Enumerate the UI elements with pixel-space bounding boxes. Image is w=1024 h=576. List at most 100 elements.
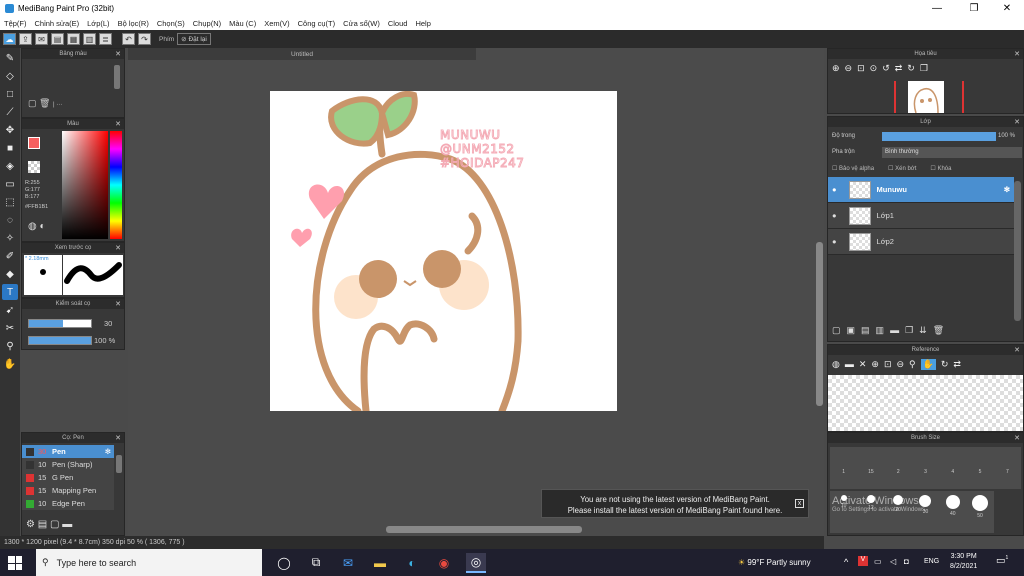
- menu-color[interactable]: Màu (C): [225, 19, 260, 28]
- document-tab[interactable]: Untitled: [128, 48, 476, 60]
- new-layer-icon[interactable]: ▢: [832, 325, 841, 336]
- hand-tool-icon[interactable]: ✋: [2, 356, 18, 372]
- horizontal-scrollbar[interactable]: [386, 526, 582, 533]
- menu-window[interactable]: Cửa sổ(W): [339, 19, 384, 28]
- menu-snap[interactable]: Chụp(N): [189, 19, 225, 28]
- shape-tool-icon[interactable]: □: [2, 86, 18, 102]
- navigator-thumbnail[interactable]: [908, 81, 944, 114]
- brush-size-cell[interactable]: 50: [966, 491, 994, 533]
- brush-size-cell[interactable]: 12: [857, 491, 885, 533]
- layer-munuwu[interactable]: ● Munuwu ✻: [828, 177, 1014, 203]
- update-notice[interactable]: You are not using the latest version of …: [541, 489, 809, 518]
- trash-icon[interactable]: 🗑: [39, 98, 50, 108]
- fullscreen-icon[interactable]: ❐: [920, 63, 928, 74]
- swatch-scrollbar[interactable]: [114, 65, 120, 89]
- zoom-reset-icon[interactable]: ⊙: [870, 63, 878, 74]
- color-mix-icon[interactable]: ◐: [40, 221, 46, 232]
- select-tool-icon[interactable]: ⬚: [2, 194, 18, 210]
- rect-tool-icon[interactable]: ■: [2, 140, 18, 156]
- menu-layer[interactable]: Lớp(L): [83, 19, 113, 28]
- list-icon[interactable]: ≣: [99, 33, 112, 45]
- palette-icon[interactable]: ◍: [28, 221, 37, 232]
- brush-menu-icon[interactable]: ▤: [38, 519, 47, 530]
- task-view-icon[interactable]: ◯: [274, 553, 294, 573]
- select-pen-icon[interactable]: ✐: [2, 248, 18, 264]
- menu-select[interactable]: Chọn(S): [153, 19, 189, 28]
- menu-file[interactable]: Tệp(F): [0, 19, 31, 28]
- visibility-icon[interactable]: ●: [832, 237, 837, 246]
- grid-icon[interactable]: ▦: [67, 33, 80, 45]
- operation-tool-icon[interactable]: ➹: [2, 302, 18, 318]
- flip-icon[interactable]: ⇄: [895, 63, 903, 74]
- eyedropper-icon[interactable]: ⚲: [2, 338, 18, 354]
- edge-icon[interactable]: ◐: [402, 553, 422, 573]
- notification-icon[interactable]: ▭1: [996, 555, 1008, 566]
- widgets-icon[interactable]: ⧉: [306, 553, 326, 573]
- brush-size-cell[interactable]: 10: [830, 491, 858, 533]
- brush-size-cell[interactable]: 5: [966, 447, 994, 489]
- vivaldi-tray-icon[interactable]: V: [858, 556, 868, 566]
- layer-lop2[interactable]: ● Lớp2: [828, 229, 1014, 255]
- lock-checkbox[interactable]: ☐ Khóa: [930, 165, 951, 172]
- zoom-in-icon[interactable]: ⊕: [832, 63, 840, 74]
- menu-filter[interactable]: Bộ lọc(R): [114, 19, 153, 28]
- reference-folder-icon[interactable]: ▬: [845, 359, 854, 370]
- layer-scrollbar[interactable]: [1014, 181, 1021, 321]
- clock[interactable]: 3:30 PM 8/2/2021: [950, 552, 977, 572]
- eraser-tool-icon[interactable]: ◇: [2, 68, 18, 84]
- share-icon[interactable]: ⇪: [19, 33, 32, 45]
- comment-icon[interactable]: ✉: [35, 33, 48, 45]
- panel-close-icon[interactable]: ✕: [1014, 434, 1020, 442]
- new-halftone-layer-icon[interactable]: ▣: [847, 325, 856, 336]
- tray-chevron-icon[interactable]: ^: [844, 557, 848, 567]
- reference-flip-icon[interactable]: ⇄: [953, 359, 961, 370]
- fit-icon[interactable]: ⊡: [857, 63, 865, 74]
- reference-zoom-in-icon[interactable]: ⊕: [871, 359, 879, 370]
- panel-close-icon[interactable]: ✕: [1014, 346, 1020, 354]
- text-tool-icon[interactable]: T: [2, 284, 18, 300]
- delete-layer-icon[interactable]: 🗑: [933, 325, 944, 336]
- panel-close-icon[interactable]: ✕: [1014, 118, 1020, 126]
- chrome-icon[interactable]: ◉: [434, 553, 454, 573]
- layer-opacity-slider[interactable]: [882, 132, 996, 141]
- brush-size-cell[interactable]: 4: [939, 447, 967, 489]
- brush-size-cell[interactable]: 7: [993, 447, 1021, 489]
- protect-alpha-checkbox[interactable]: ☐ Bảo vệ alpha: [832, 165, 874, 172]
- folder-icon[interactable]: ▬: [62, 519, 72, 530]
- reference-zoom-out-icon[interactable]: ⊖: [897, 359, 905, 370]
- brush-size-cell[interactable]: 2: [884, 447, 912, 489]
- visibility-icon[interactable]: ●: [832, 185, 837, 194]
- redo-icon[interactable]: ↷: [138, 33, 151, 45]
- gear-icon[interactable]: ✻: [105, 447, 111, 456]
- brush-opacity-slider[interactable]: [28, 336, 92, 345]
- gradient-tool-icon[interactable]: ▭: [2, 176, 18, 192]
- minimize-button[interactable]: —: [920, 0, 954, 16]
- panel-close-icon[interactable]: ✕: [115, 50, 121, 58]
- language-indicator[interactable]: ENG: [924, 558, 939, 565]
- duplicate-layer-icon[interactable]: ❐: [905, 325, 913, 336]
- reference-open-icon[interactable]: ◍: [832, 359, 840, 370]
- reference-hand-icon[interactable]: ✋: [920, 359, 936, 370]
- volume-icon[interactable]: ◁: [890, 557, 896, 566]
- reference-eyedropper-icon[interactable]: ⚲: [909, 359, 916, 370]
- battery-icon[interactable]: ◘: [904, 557, 909, 566]
- brush-item-edge-pen[interactable]: 10 Edge Pen: [22, 497, 114, 510]
- blend-mode-select[interactable]: Bình thường: [882, 147, 1022, 158]
- lasso-tool-icon[interactable]: ◌: [2, 212, 18, 228]
- new-page-icon[interactable]: ▢: [28, 98, 37, 108]
- copy-brush-icon[interactable]: ▢: [50, 519, 59, 530]
- reference-close-icon[interactable]: ✕: [859, 359, 867, 370]
- brush-item-g-pen[interactable]: 15 G Pen: [22, 471, 114, 484]
- layer-lop1[interactable]: ● Lớp1: [828, 203, 1014, 229]
- add-brush-icon[interactable]: ⚙: [26, 519, 35, 530]
- menu-edit[interactable]: Chỉnh sửa(E): [31, 19, 84, 28]
- file-explorer-icon[interactable]: ▬: [370, 553, 390, 573]
- menu-help[interactable]: Help: [411, 19, 434, 28]
- brush-item-pen[interactable]: 30 Pen ✻: [22, 445, 114, 458]
- select-eraser-icon[interactable]: ◆: [2, 266, 18, 282]
- zoom-out-icon[interactable]: ⊖: [845, 63, 853, 74]
- layer-gear-icon[interactable]: ✻: [1004, 185, 1010, 194]
- undo-icon[interactable]: ↶: [122, 33, 135, 45]
- saturation-brightness-picker[interactable]: [62, 131, 108, 239]
- panel-close-icon[interactable]: ✕: [1014, 50, 1020, 58]
